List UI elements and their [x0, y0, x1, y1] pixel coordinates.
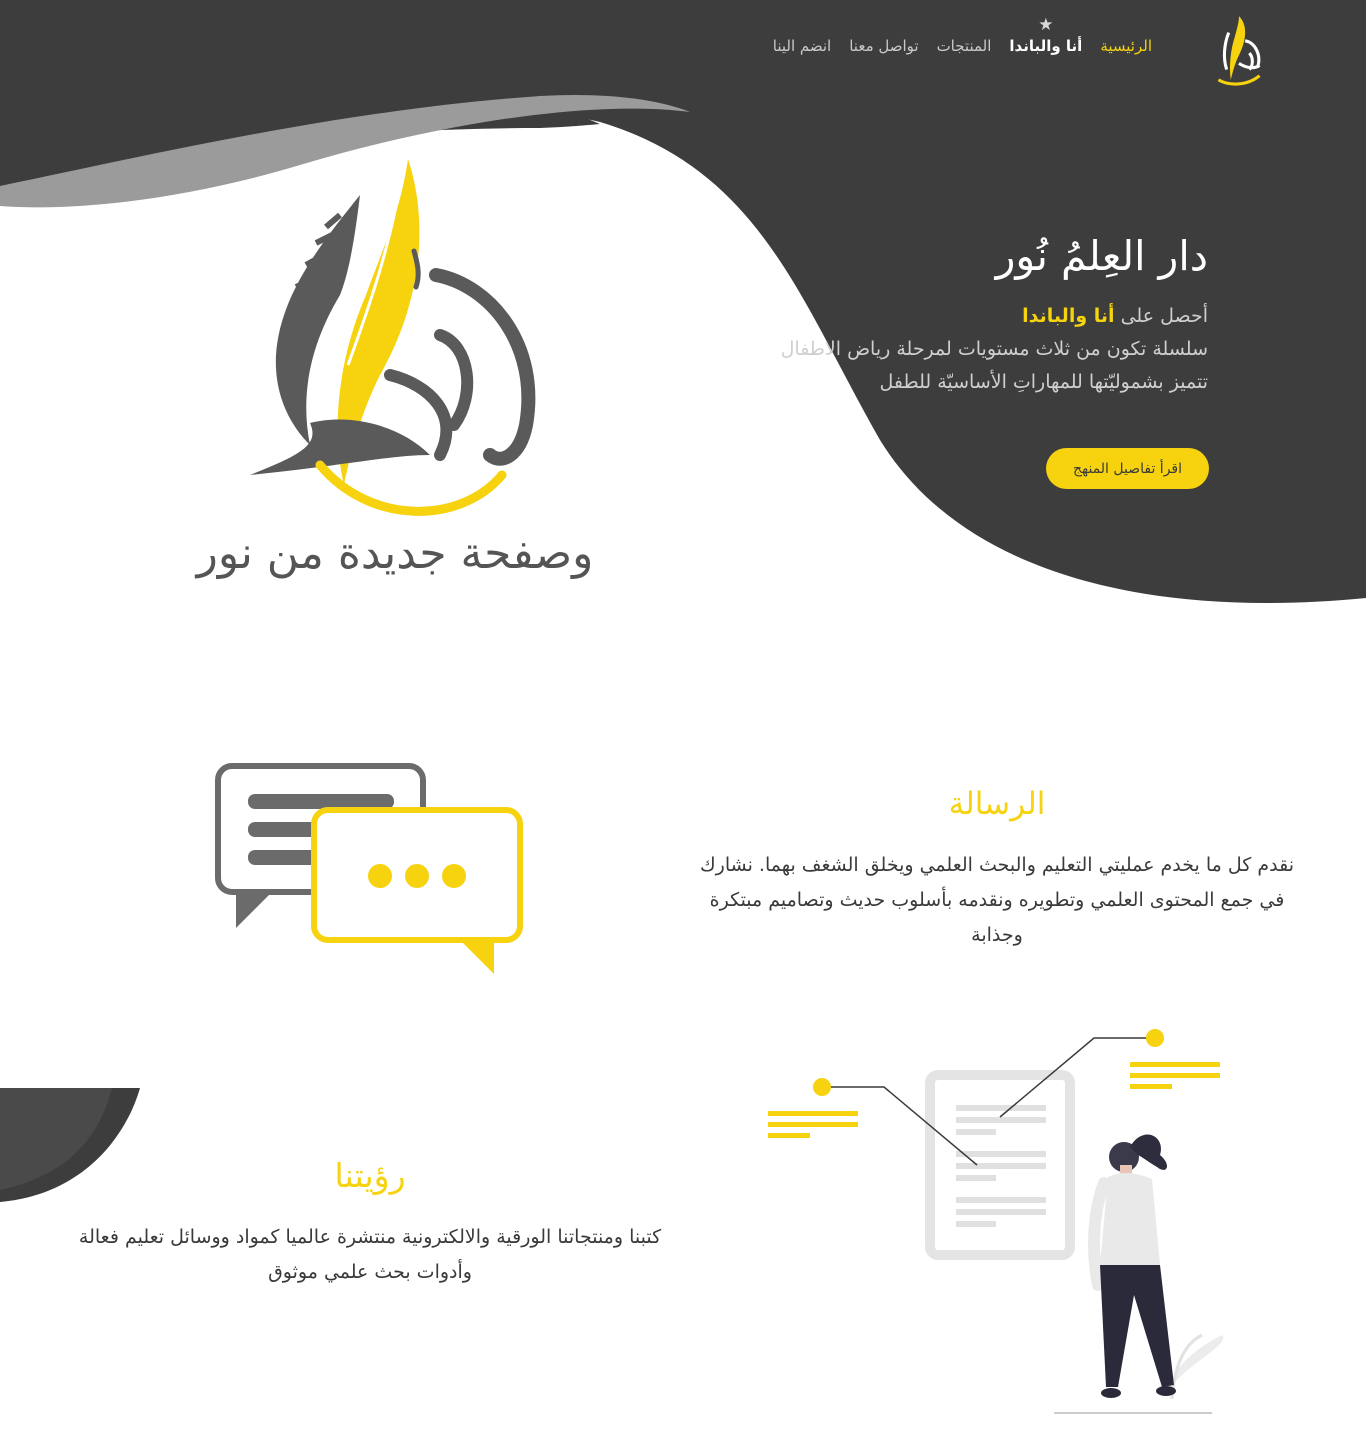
- read-curriculum-button[interactable]: اقرأ تفاصيل المنهج: [1046, 448, 1209, 489]
- hero-description-text: سلسلة تكون من ثلاث مستويات لمرحلة رياض ا…: [780, 338, 1208, 393]
- mission-title: الرسالة: [948, 786, 1046, 822]
- vision-title: رؤيتنا: [334, 1156, 406, 1195]
- main-nav: الرئيسية ★ أنا والباندا المنتجات تواصل م…: [773, 15, 1152, 55]
- chat-bubbles-illustration: [215, 763, 523, 974]
- nav-item-products[interactable]: المنتجات: [937, 37, 992, 55]
- vision-text: كتبنا ومنتجاتنا الورقية والالكترونية منت…: [78, 1226, 662, 1283]
- nav-item-me-and-panda[interactable]: ★ أنا والباندا: [1009, 15, 1083, 55]
- nav-item-contact[interactable]: تواصل معنا: [849, 37, 918, 55]
- star-icon: ★: [1038, 15, 1054, 35]
- nav-item-home[interactable]: الرئيسية: [1100, 37, 1152, 55]
- hero-description: أحصل على أنا والباندا سلسلة تكون من ثلاث…: [768, 300, 1208, 399]
- quill-logo-icon: [250, 159, 536, 516]
- brand-logo-icon[interactable]: [1208, 12, 1270, 86]
- hero-intro-prefix: أحصل على: [1120, 305, 1208, 327]
- nav-item-label: أنا والباندا: [1009, 37, 1083, 55]
- slogan: وصفحة جديدة من نور: [196, 528, 594, 579]
- woman-document-illustration: [768, 1029, 1224, 1414]
- nav-item-join[interactable]: انضم الينا: [773, 37, 831, 55]
- mission-text: نقدم كل ما يخدم عمليتي التعليم والبحث ال…: [700, 854, 1294, 946]
- hero-title: دار العِلمُ نُور: [995, 232, 1208, 280]
- hero-intro-highlight: أنا والباندا: [1022, 305, 1115, 327]
